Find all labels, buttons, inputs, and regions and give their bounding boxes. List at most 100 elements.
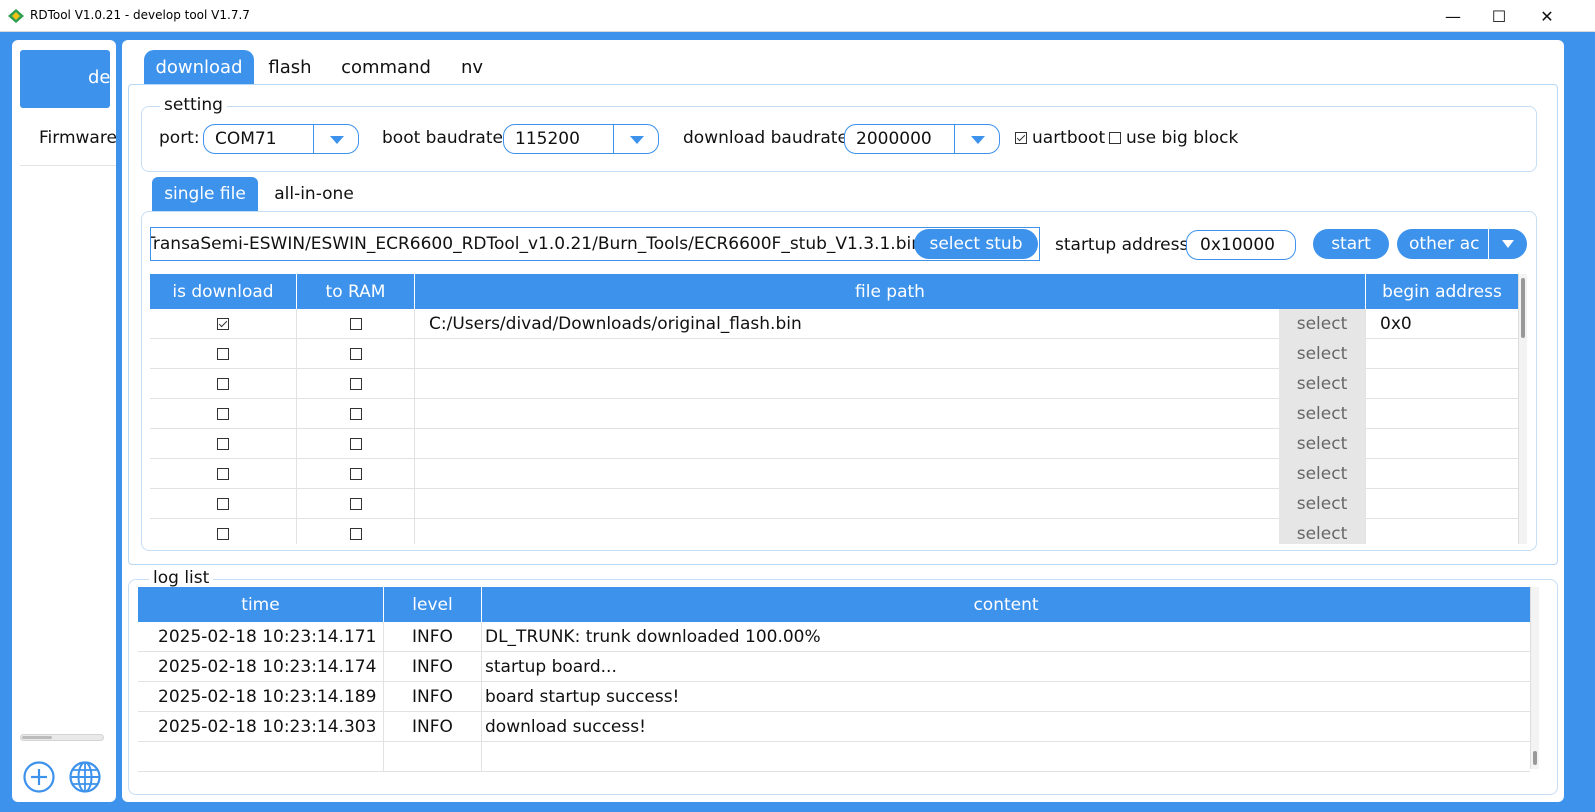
log-level-cell: INFO [384,652,482,682]
chevron-down-icon[interactable] [330,136,344,144]
table-row: select [150,339,1518,369]
port-value: COM71 [215,129,277,149]
scrollbar-thumb[interactable] [1533,751,1537,765]
sidebar-scrollbar[interactable] [20,734,104,741]
is-download-checkbox[interactable] [217,348,229,360]
scrollbar-thumb[interactable] [22,736,52,739]
to-ram-checkbox[interactable] [349,498,362,510]
log-table-scrollbar[interactable] [1530,587,1539,769]
add-circle-icon[interactable] [22,760,56,794]
file-path-cell[interactable] [415,399,1279,429]
begin-address-cell[interactable] [1366,459,1518,489]
chevron-down-icon[interactable] [630,136,644,144]
tab-nv[interactable]: nv [454,50,490,84]
select-file-button[interactable]: select [1279,339,1366,369]
is-download-checkbox[interactable] [217,378,229,390]
minimize-button[interactable]: — [1430,0,1476,32]
log-content-cell: startup board... [482,652,1530,682]
sidebar-item-develop[interactable]: de [20,50,111,108]
port-select[interactable]: COM71 [203,124,359,154]
is-download-checkbox[interactable] [217,408,229,420]
file-path-cell[interactable] [415,339,1279,369]
is-download-cell [150,429,297,459]
select-file-button[interactable]: select [1279,429,1366,459]
begin-address-cell[interactable] [1366,369,1518,399]
boot-baudrate-select[interactable]: 115200 [503,124,659,154]
log-list-label: log list [149,568,214,588]
tab-single-file[interactable]: single file [152,177,258,211]
close-button[interactable]: ✕ [1524,0,1570,32]
to-ram-cell [297,519,415,544]
log-content-cell: board startup success! [482,682,1530,712]
to-ram-checkbox[interactable] [349,528,362,540]
begin-address-cell[interactable] [1366,429,1518,459]
to-ram-checkbox[interactable] [349,408,362,420]
other-actions-button[interactable]: other ac [1397,229,1527,259]
file-path-cell[interactable] [415,489,1279,519]
select-file-button[interactable]: select [1279,369,1366,399]
begin-address-cell[interactable]: 0x0 [1366,309,1518,339]
boot-baudrate-label: boot baudrate: [382,128,509,148]
log-level: INFO [412,687,453,707]
log-time-cell [138,742,384,772]
select-file-button[interactable]: select [1279,459,1366,489]
file-path-value: C:/Users/divad/Downloads/original_flash.… [429,314,802,334]
uartboot-checkbox[interactable] [1015,132,1027,144]
is-download-cell [150,459,297,489]
globe-icon[interactable] [68,760,102,794]
sidebar: de Firmware [12,40,116,802]
file-path-cell[interactable] [415,369,1279,399]
chevron-down-icon[interactable] [971,136,985,144]
begin-address-cell[interactable] [1366,519,1518,544]
to-ram-checkbox[interactable] [349,468,362,480]
begin-address-cell[interactable] [1366,339,1518,369]
is-download-checkbox[interactable] [217,468,229,480]
tab-flash[interactable]: flash [262,50,318,84]
scrollbar-thumb[interactable] [1521,278,1525,338]
header-is-download: is download [150,274,297,309]
file-table-scrollbar[interactable] [1518,274,1527,544]
to-ram-checkbox[interactable] [349,318,362,330]
file-path-cell[interactable] [415,459,1279,489]
is-download-checkbox[interactable] [217,318,229,330]
maximize-button[interactable]: ☐ [1476,0,1522,32]
is-download-cell [150,339,297,369]
startup-address-input[interactable]: 0x10000 [1186,230,1296,260]
tab-all-in-one[interactable]: all-in-one [274,177,354,211]
file-path-cell[interactable] [415,429,1279,459]
to-ram-checkbox[interactable] [349,348,362,360]
to-ram-checkbox[interactable] [349,378,362,390]
select-file-button[interactable]: select [1279,309,1366,339]
sidebar-item-firmware[interactable]: Firmware [39,128,116,148]
file-path-cell[interactable] [415,519,1279,544]
start-button[interactable]: start [1313,229,1389,259]
is-download-checkbox[interactable] [217,498,229,510]
is-download-checkbox[interactable] [217,438,229,450]
is-download-checkbox[interactable] [217,528,229,540]
tab-download[interactable]: download [144,50,254,84]
file-path-cell[interactable]: C:/Users/divad/Downloads/original_flash.… [415,309,1279,339]
tab-command[interactable]: command [340,50,432,84]
table-row: select [150,429,1518,459]
log-level-cell: INFO [384,712,482,742]
table-row: select [150,519,1518,544]
stub-path-input[interactable]: TransaSemi-ESWIN/ESWIN_ECR6600_RDTool_v1… [150,227,1040,261]
download-baudrate-select[interactable]: 2000000 [844,124,1000,154]
log-content: startup board... [485,657,617,677]
select-file-button[interactable]: select [1279,519,1366,544]
chevron-down-icon[interactable] [1502,240,1514,248]
begin-address-cell[interactable] [1366,489,1518,519]
app-logo-icon [8,9,24,23]
select-file-button[interactable]: select [1279,489,1366,519]
table-row: select [150,459,1518,489]
log-content: download success! [485,717,646,737]
header-file-path: file path [415,274,1366,309]
log-time: 2025-02-18 10:23:14.174 [158,657,377,677]
log-level: INFO [412,717,453,737]
select-stub-button[interactable]: select stub [914,229,1038,259]
setting-group-label: setting [160,95,227,115]
select-file-button[interactable]: select [1279,399,1366,429]
to-ram-checkbox[interactable] [349,438,362,450]
begin-address-cell[interactable] [1366,399,1518,429]
big-block-checkbox[interactable] [1109,132,1121,144]
